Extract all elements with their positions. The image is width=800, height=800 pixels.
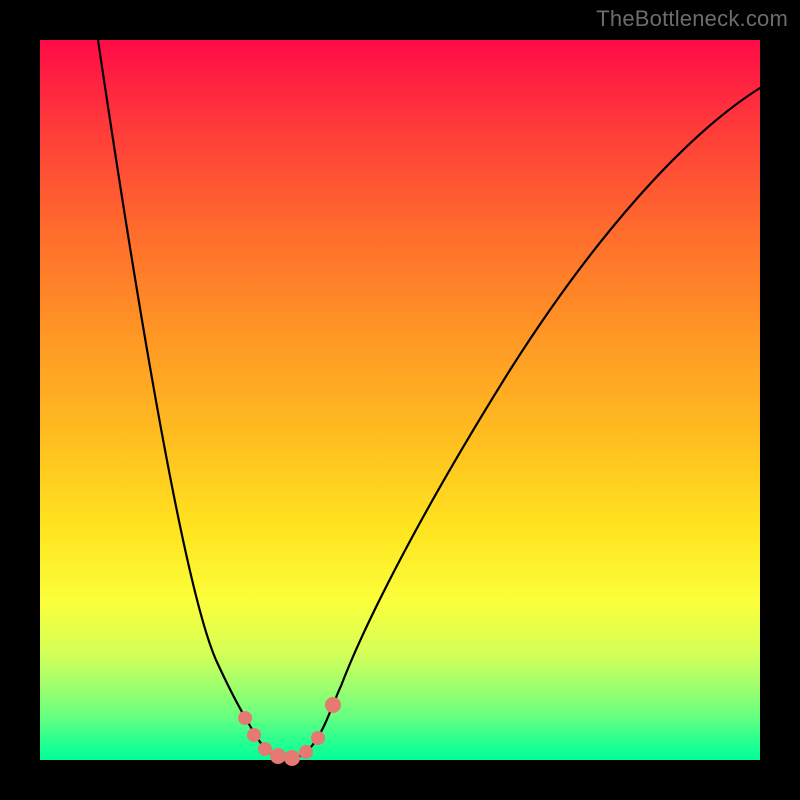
curve-marker [299,745,313,759]
curve-marker [238,711,252,725]
chart-frame: TheBottleneck.com [0,0,800,800]
curve-marker [284,750,300,766]
curve-marker [270,748,286,764]
curve-marker [258,742,272,756]
curve-marker [325,697,341,713]
marker-group [238,697,341,766]
watermark-text: TheBottleneck.com [596,6,788,32]
curve-marker [311,731,325,745]
bottleneck-curve [98,40,760,759]
curve-svg [40,40,760,760]
curve-marker [247,728,261,742]
plot-area [40,40,760,760]
